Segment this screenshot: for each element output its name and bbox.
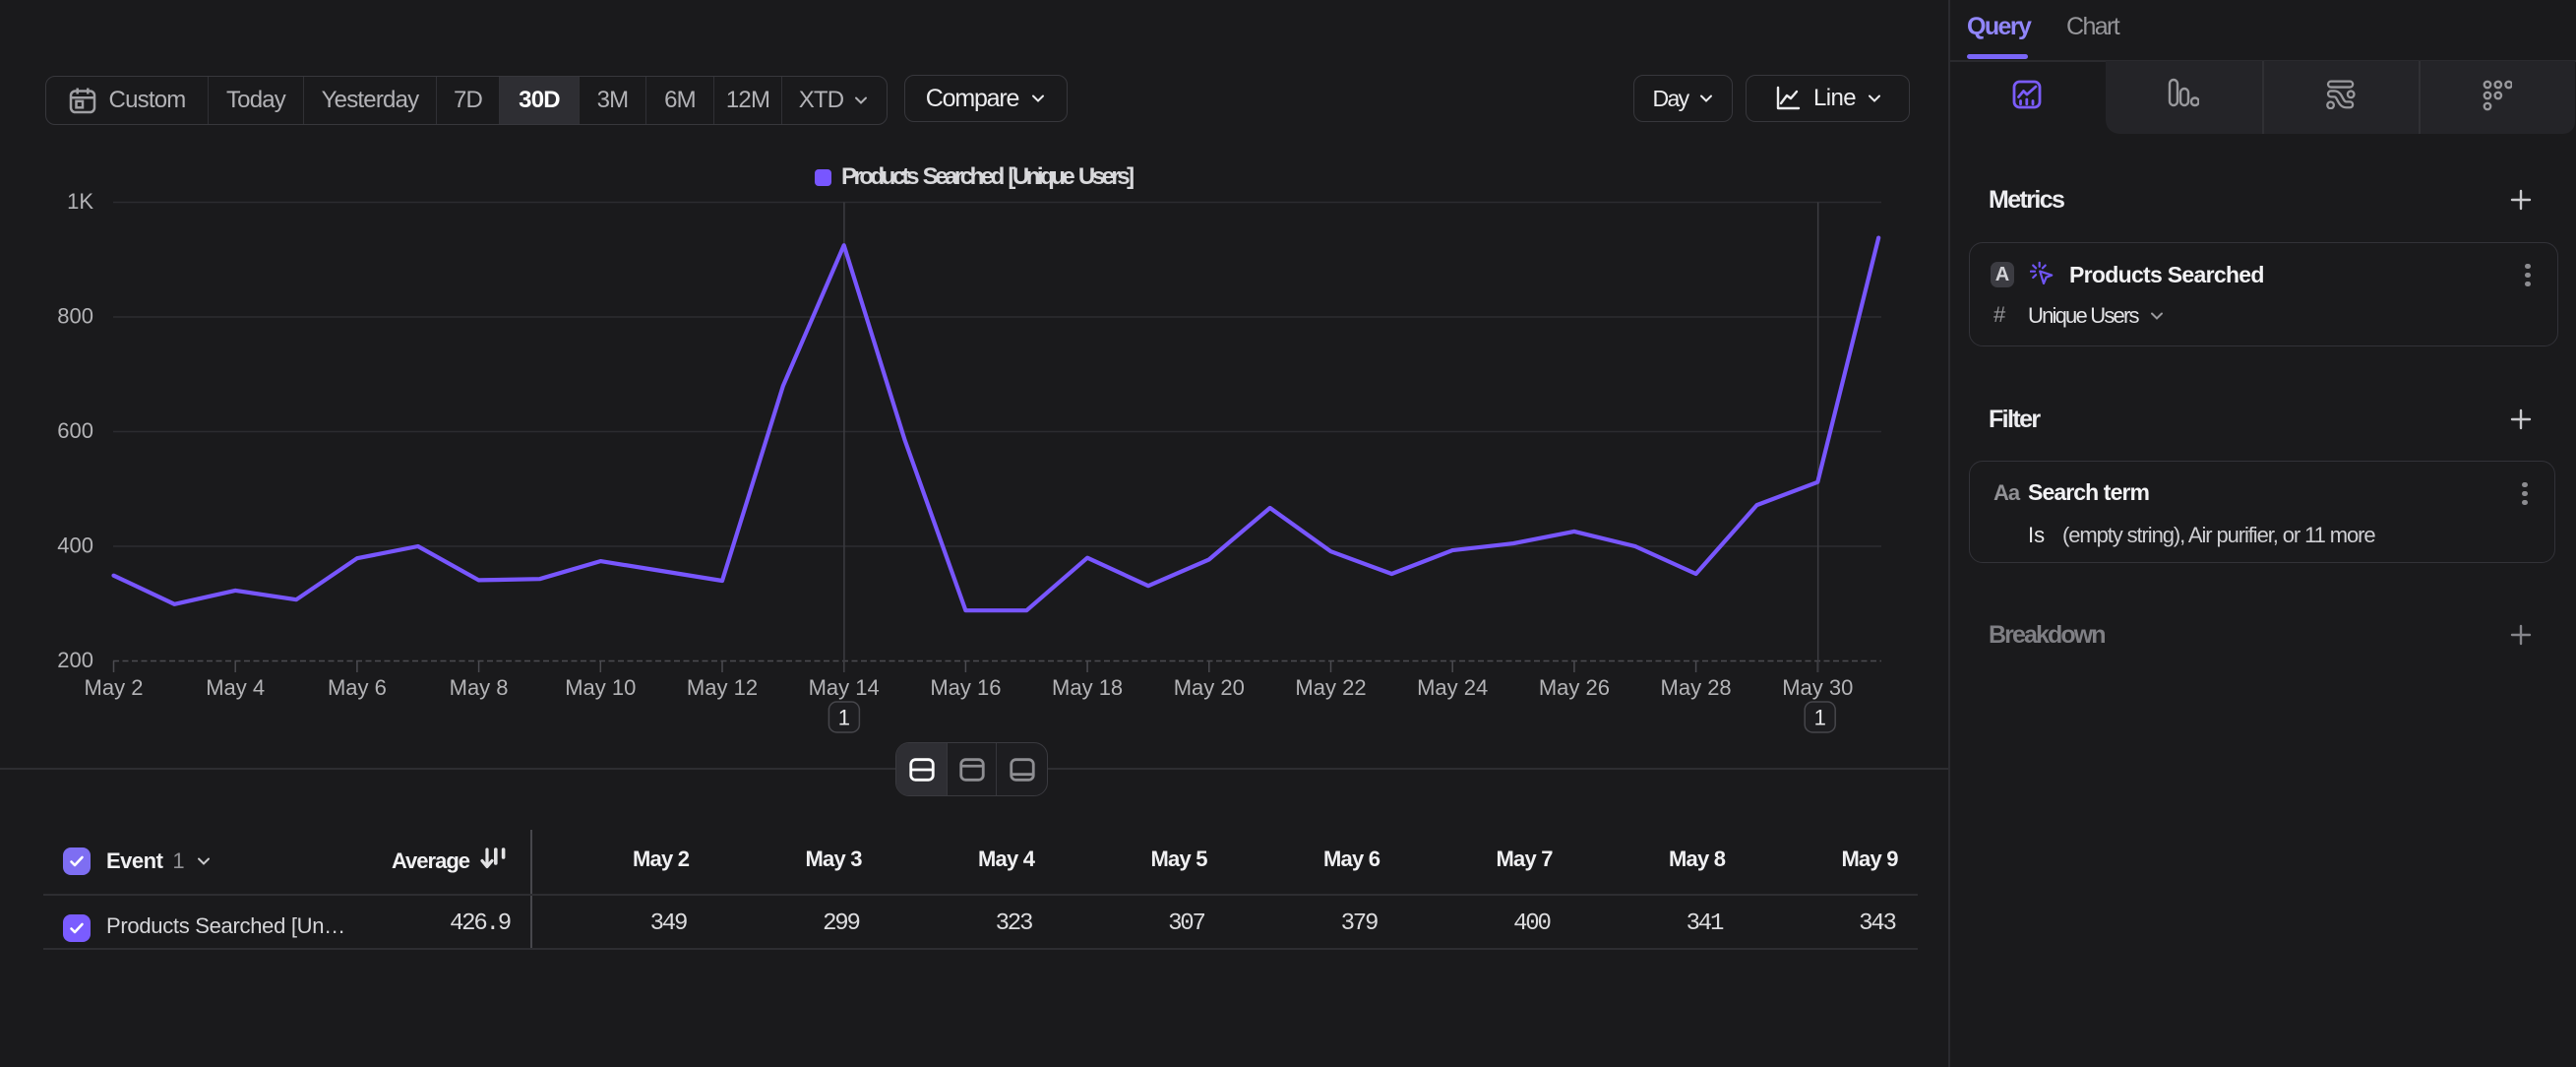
svg-text:1: 1 xyxy=(1814,706,1826,730)
svg-text:May 18: May 18 xyxy=(1052,675,1123,700)
svg-text:May 20: May 20 xyxy=(1174,675,1245,700)
svg-text:May 14: May 14 xyxy=(809,675,880,700)
svg-text:800: 800 xyxy=(57,304,93,329)
svg-text:May 22: May 22 xyxy=(1295,675,1366,700)
svg-text:May 4: May 4 xyxy=(206,675,265,700)
svg-text:May 26: May 26 xyxy=(1539,675,1610,700)
svg-text:200: 200 xyxy=(57,648,93,672)
svg-text:May 16: May 16 xyxy=(930,675,1001,700)
svg-text:1: 1 xyxy=(838,706,850,730)
svg-text:1K: 1K xyxy=(67,189,93,214)
svg-text:May 2: May 2 xyxy=(85,675,144,700)
svg-text:May 12: May 12 xyxy=(687,675,758,700)
svg-text:May 30: May 30 xyxy=(1782,675,1853,700)
svg-text:May 24: May 24 xyxy=(1417,675,1488,700)
svg-text:May 6: May 6 xyxy=(328,675,387,700)
svg-text:May 28: May 28 xyxy=(1661,675,1732,700)
svg-text:May 10: May 10 xyxy=(565,675,636,700)
svg-text:May 8: May 8 xyxy=(450,675,509,700)
svg-text:600: 600 xyxy=(57,418,93,443)
svg-text:400: 400 xyxy=(57,534,93,558)
